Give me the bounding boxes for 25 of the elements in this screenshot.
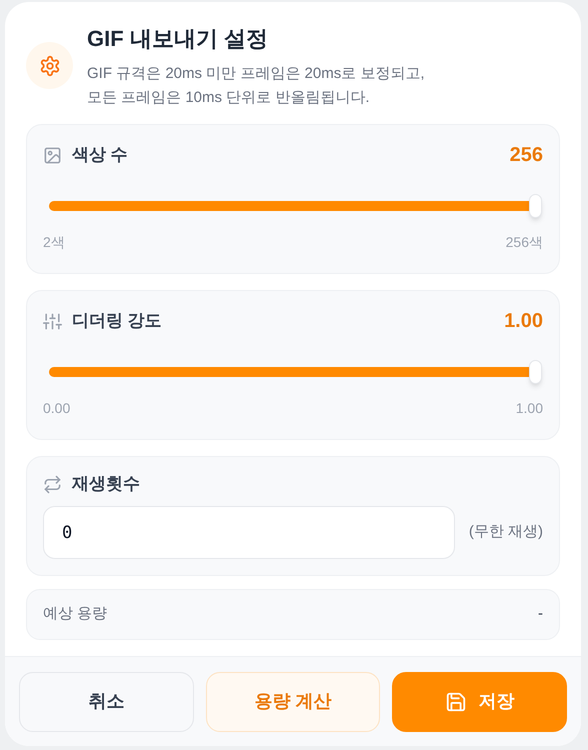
dialog-description: GIF 규격은 20ms 미만 프레임은 20ms로 보정되고, 모든 프레임은 10ms 단위로 반올림됩니다. (87, 64, 425, 108)
estimate-label: 예상 용량 (43, 604, 108, 624)
max-label: 256색 (506, 233, 543, 252)
cancel-button[interactable]: 취소 (19, 672, 194, 732)
dialog-title: GIF 내보내기 설정 (87, 25, 269, 53)
estimate-value: - (538, 604, 543, 624)
max-label: 1.00 (516, 399, 543, 418)
save-icon (444, 690, 467, 712)
repeat-icon (43, 474, 62, 494)
slider-thumb[interactable] (529, 194, 542, 218)
min-label: 0.00 (43, 399, 70, 418)
setting-label: 디더링 강도 (72, 310, 162, 332)
sliders-icon (43, 312, 62, 330)
loop-count-field[interactable]: 0 (43, 506, 455, 559)
min-label: 2색 (43, 233, 65, 252)
slider[interactable] (49, 360, 542, 384)
field-hint: (무한 재생) (468, 522, 543, 542)
image-icon (43, 146, 62, 164)
setting-value: 256 (510, 143, 543, 168)
slider-thumb[interactable] (529, 360, 542, 384)
setting-value: 1.00 (504, 309, 543, 334)
setting-label: 재생횟수 (72, 473, 140, 496)
setting-label: 색상 수 (72, 144, 128, 166)
slider[interactable] (49, 194, 542, 218)
settings-icon (26, 42, 73, 89)
